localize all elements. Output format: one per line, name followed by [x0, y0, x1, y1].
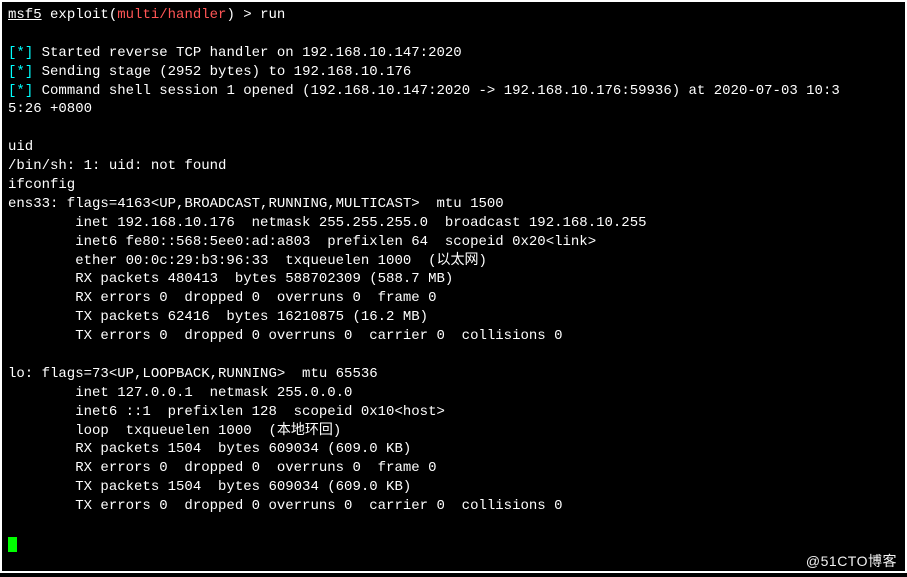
- terminal-output[interactable]: msf5 exploit(multi/handler) > run [*] St…: [0, 0, 907, 573]
- line-lo-rx-packets: RX packets 1504 bytes 609034 (609.0 KB): [8, 441, 411, 457]
- line-ifconfig: ifconfig: [8, 177, 75, 193]
- prompt-module-name: multi/handler: [117, 7, 226, 23]
- msg-handler-start: Started reverse TCP handler on 192.168.1…: [42, 45, 462, 61]
- line-lo-tx-errors: TX errors 0 dropped 0 overruns 0 carrier…: [8, 498, 563, 514]
- prompt-module-label: exploit(: [50, 7, 117, 23]
- line-ens33-inet6: inet6 fe80::568:5ee0:ad:a803 prefixlen 6…: [8, 234, 596, 250]
- line-lo-inet6: inet6 ::1 prefixlen 128 scopeid 0x10<hos…: [8, 404, 445, 420]
- prompt-arrow: >: [243, 7, 260, 23]
- line-ens33-rx-errors: RX errors 0 dropped 0 overruns 0 frame 0: [8, 290, 436, 306]
- command-entered: run: [260, 7, 285, 23]
- watermark-text: @51CTO博客: [806, 551, 897, 571]
- line-ens33-inet: inet 192.168.10.176 netmask 255.255.255.…: [8, 215, 647, 231]
- line-lo-rx-errors: RX errors 0 dropped 0 overruns 0 frame 0: [8, 460, 436, 476]
- prompt-prefix: msf5: [8, 7, 42, 23]
- bracket-close: ]: [25, 64, 42, 80]
- bracket-close: ]: [25, 83, 42, 99]
- cursor-block: [8, 537, 17, 552]
- line-ens33-ether: ether 00:0c:29:b3:96:33 txqueuelen 1000 …: [8, 253, 487, 269]
- line-ens33-flags: ens33: flags=4163<UP,BROADCAST,RUNNING,M…: [8, 196, 504, 212]
- line-ens33-tx-packets: TX packets 62416 bytes 16210875 (16.2 MB…: [8, 309, 428, 325]
- msg-sending-stage: Sending stage (2952 bytes) to 192.168.10…: [42, 64, 412, 80]
- line-uid-notfound: /bin/sh: 1: uid: not found: [8, 158, 226, 174]
- line-uid: uid: [8, 139, 33, 155]
- star-icon: *: [16, 83, 24, 99]
- line-ens33-rx-packets: RX packets 480413 bytes 588702309 (588.7…: [8, 271, 453, 287]
- bracket-close: ]: [25, 45, 42, 61]
- line-lo-loop: loop txqueuelen 1000 (本地环回): [8, 423, 341, 439]
- msg-session-opened-b: 5:26 +0800: [8, 101, 92, 117]
- line-lo-tx-packets: TX packets 1504 bytes 609034 (609.0 KB): [8, 479, 411, 495]
- msg-session-opened-a: Command shell session 1 opened (192.168.…: [42, 83, 840, 99]
- line-lo-flags: lo: flags=73<UP,LOOPBACK,RUNNING> mtu 65…: [8, 366, 378, 382]
- star-icon: *: [16, 45, 24, 61]
- line-lo-inet: inet 127.0.0.1 netmask 255.0.0.0: [8, 385, 352, 401]
- line-ens33-tx-errors: TX errors 0 dropped 0 overruns 0 carrier…: [8, 328, 563, 344]
- star-icon: *: [16, 64, 24, 80]
- prompt-module-close: ): [226, 7, 243, 23]
